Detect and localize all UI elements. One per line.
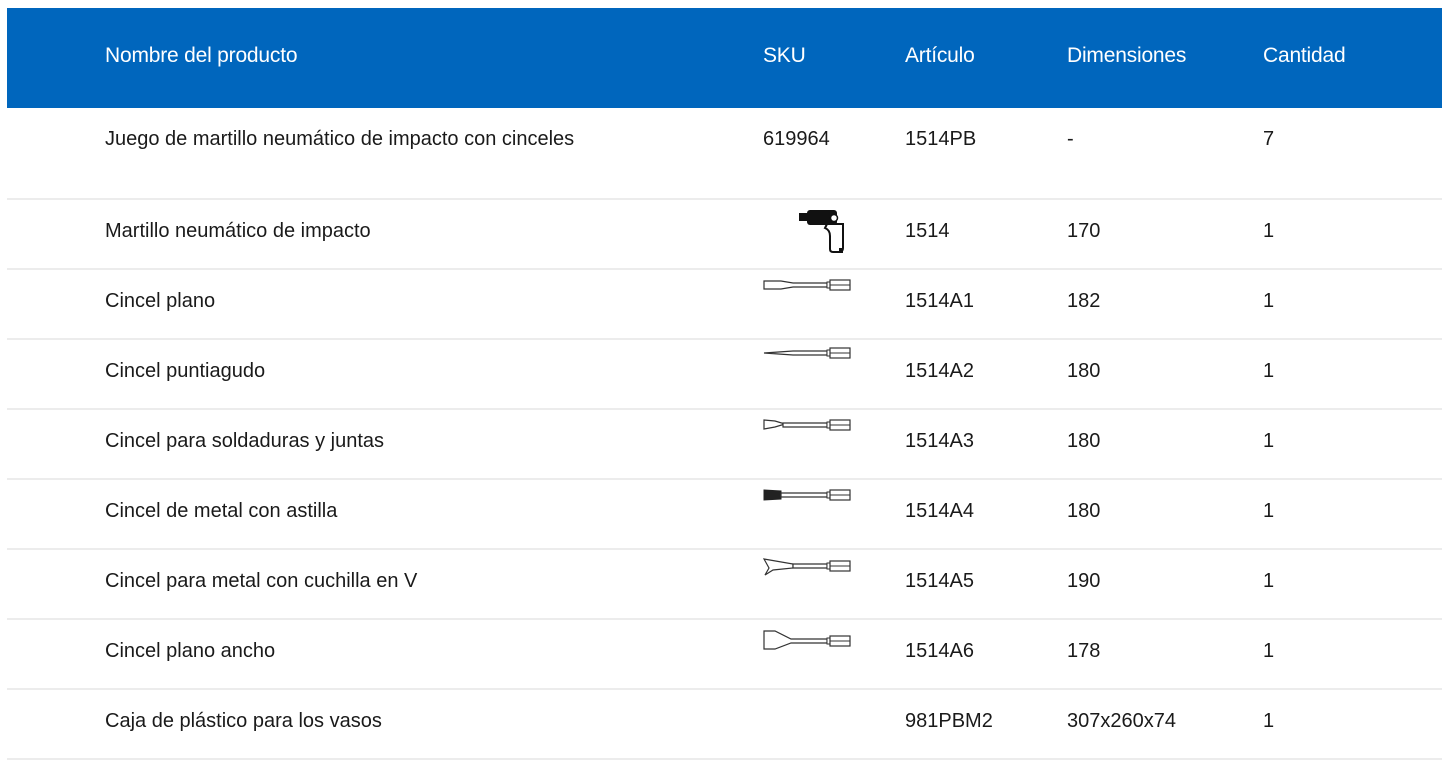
row-quantity: 1 bbox=[1263, 710, 1275, 732]
header-sku: SKU bbox=[763, 44, 806, 67]
row-dimensions: 180 bbox=[1067, 500, 1101, 522]
row-quantity: 1 bbox=[1263, 640, 1275, 662]
table-row: Martillo neumático de impacto 1514 170 1 bbox=[7, 200, 1442, 270]
table-row: Cincel de metal con astilla 1514A4 180 1 bbox=[7, 480, 1442, 550]
row-quantity: 7 bbox=[1263, 128, 1275, 150]
row-name: Cincel de metal con astilla bbox=[105, 500, 338, 522]
table-row: Cincel puntiagudo 1514A2 180 1 bbox=[7, 340, 1442, 410]
header-quantity: Cantidad bbox=[1263, 44, 1346, 67]
row-article: 1514A4 bbox=[905, 500, 974, 522]
table-header: Nombre del producto SKU Artículo Dimensi… bbox=[7, 8, 1442, 108]
v-blade-chisel-icon bbox=[763, 558, 851, 576]
row-article: 1514PB bbox=[905, 128, 977, 150]
row-article: 1514A6 bbox=[905, 640, 974, 662]
row-dimensions: - bbox=[1067, 128, 1074, 150]
row-quantity: 1 bbox=[1263, 500, 1275, 522]
row-dimensions: 307x260x74 bbox=[1067, 710, 1176, 732]
header-name: Nombre del producto bbox=[105, 44, 298, 67]
row-quantity: 1 bbox=[1263, 290, 1275, 312]
flat-chisel-icon bbox=[763, 279, 851, 291]
splitter-chisel-icon bbox=[763, 489, 851, 501]
table-row: Cincel plano ancho 1514A6 178 1 bbox=[7, 620, 1442, 690]
row-article: 1514A2 bbox=[905, 360, 974, 382]
weld-chisel-icon bbox=[763, 419, 851, 431]
header-article: Artículo bbox=[905, 44, 975, 67]
row-dimensions: 170 bbox=[1067, 220, 1101, 242]
row-dimensions: 190 bbox=[1067, 570, 1101, 592]
row-name: Cincel puntiagudo bbox=[105, 360, 266, 382]
table-row: Juego de martillo neumático de impacto c… bbox=[7, 108, 1442, 200]
row-name: Martillo neumático de impacto bbox=[105, 220, 371, 242]
table-row: Caja de plástico para los vasos 981PBM2 … bbox=[7, 690, 1442, 760]
row-name: Juego de martillo neumático de impacto c… bbox=[105, 128, 575, 150]
row-dimensions: 182 bbox=[1067, 290, 1101, 312]
row-dimensions: 180 bbox=[1067, 430, 1101, 452]
wide-flat-chisel-icon bbox=[763, 630, 851, 650]
row-name: Cincel plano bbox=[105, 290, 216, 312]
table-row: Cincel para soldaduras y juntas 1514A3 1… bbox=[7, 410, 1442, 480]
pointed-chisel-icon bbox=[763, 347, 851, 359]
row-quantity: 1 bbox=[1263, 570, 1275, 592]
row-name: Cincel plano ancho bbox=[105, 640, 276, 662]
row-quantity: 1 bbox=[1263, 360, 1275, 382]
row-name: Cincel para soldaduras y juntas bbox=[105, 430, 385, 452]
row-dimensions: 178 bbox=[1067, 640, 1101, 662]
row-quantity: 1 bbox=[1263, 220, 1275, 242]
row-article: 981PBM2 bbox=[905, 710, 993, 732]
air-hammer-icon bbox=[799, 210, 844, 253]
row-sku: 619964 bbox=[763, 128, 830, 150]
row-article: 1514A3 bbox=[905, 430, 974, 452]
table-row: Cincel para metal con cuchilla en V 1514… bbox=[7, 550, 1442, 620]
row-quantity: 1 bbox=[1263, 430, 1275, 452]
row-article: 1514A5 bbox=[905, 570, 974, 592]
header-dimensions: Dimensiones bbox=[1067, 44, 1187, 67]
product-table: Nombre del producto SKU Artículo Dimensi… bbox=[7, 8, 1442, 760]
row-article: 1514 bbox=[905, 220, 950, 242]
row-name: Caja de plástico para los vasos bbox=[105, 710, 382, 732]
row-name: Cincel para metal con cuchilla en V bbox=[105, 570, 418, 592]
row-dimensions: 180 bbox=[1067, 360, 1101, 382]
row-article: 1514A1 bbox=[905, 290, 974, 312]
table-row: Cincel plano 1514A1 182 1 bbox=[7, 270, 1442, 340]
